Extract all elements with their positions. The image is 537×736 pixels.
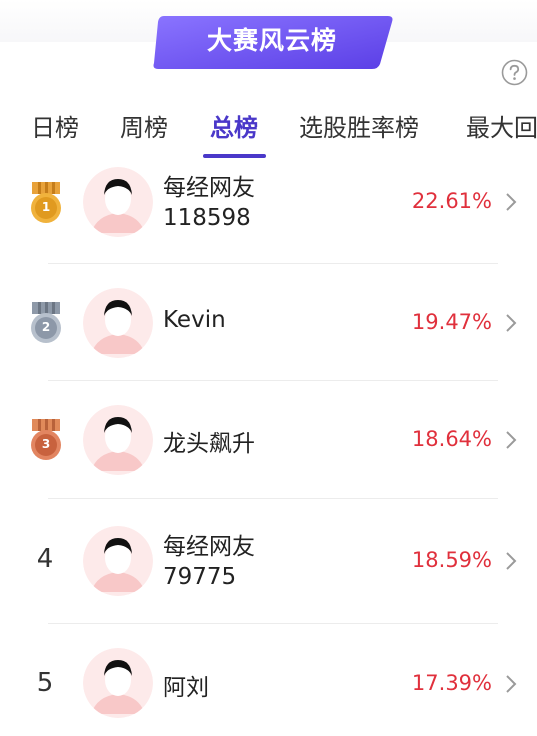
tab-stock-win-rate[interactable]: 选股胜率榜 (299, 108, 419, 143)
avatar (83, 526, 153, 596)
rank-number: 4 (36, 544, 54, 574)
return-rate: 19.47% (411, 310, 492, 334)
tab-weekly[interactable]: 周榜 (120, 108, 168, 143)
chevron-right-icon (506, 193, 517, 211)
user-id: 118598 (163, 205, 251, 231)
medal-rank-number: 2 (41, 320, 51, 334)
leaderboard-row[interactable]: 4 每经网友 79775 18.59% (0, 499, 537, 623)
avatar (83, 167, 153, 237)
leaderboard-row[interactable]: 2 Kevin 19.47% (0, 264, 537, 380)
medal-rank-number: 1 (41, 200, 51, 214)
user-id: 79775 (163, 564, 237, 590)
leaderboard-row[interactable]: 5 阿刘 17.39% (0, 624, 537, 736)
return-rate: 17.39% (411, 671, 492, 695)
tab-max-drawdown[interactable]: 最大回 (466, 108, 537, 143)
chevron-right-icon (506, 314, 517, 332)
return-rate: 18.64% (411, 427, 492, 451)
user-name: Kevin (163, 307, 226, 333)
tab-active-indicator (203, 154, 266, 158)
chevron-right-icon (506, 552, 517, 570)
leaderboard-row[interactable]: 1 每经网友 118598 22.61% (0, 160, 537, 264)
user-name: 龙头飙升 (163, 431, 255, 457)
banner-title: 大赛风云榜 (206, 26, 337, 55)
tab-bar: 日榜 周榜 总榜 选股胜率榜 最大回 (0, 100, 537, 160)
avatar (83, 288, 153, 358)
tab-overall[interactable]: 总榜 (210, 108, 258, 143)
avatar (83, 405, 153, 475)
leaderboard-row[interactable]: 3 龙头飙升 18.64% (0, 381, 537, 498)
tab-daily[interactable]: 日榜 (31, 108, 79, 143)
avatar (83, 648, 153, 718)
return-rate: 22.61% (411, 189, 492, 213)
user-name: 每经网友 (163, 175, 255, 201)
help-icon[interactable] (501, 59, 528, 86)
leaderboard-banner: 大赛风云榜 (150, 14, 394, 70)
chevron-right-icon (506, 431, 517, 449)
user-name: 每经网友 (163, 534, 255, 560)
chevron-right-icon (506, 675, 517, 693)
medal-rank-number: 3 (41, 437, 51, 451)
return-rate: 18.59% (411, 548, 492, 572)
user-name: 阿刘 (163, 675, 209, 701)
rank-number: 5 (36, 668, 54, 698)
